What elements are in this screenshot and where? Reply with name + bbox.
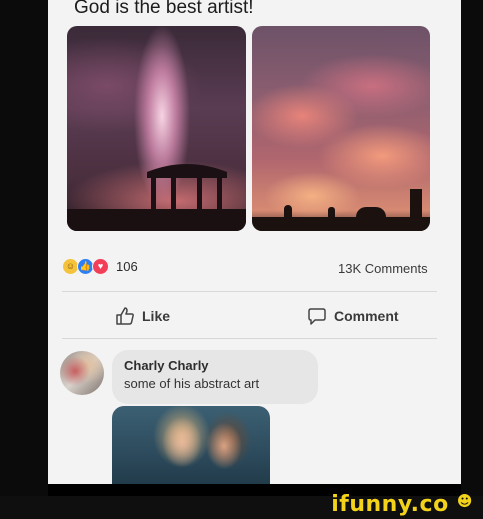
comment-bubble: Charly Charly some of his abstract art: [112, 350, 318, 404]
tower-silhouette: [410, 189, 422, 219]
thumbs-up-icon: [116, 307, 134, 325]
comment-label: Comment: [334, 308, 399, 324]
right-black-border: [461, 0, 483, 496]
speech-bubble-icon: [308, 308, 326, 325]
watermark-bar: ifunny.co ☻: [0, 492, 483, 519]
post-photo-storm-gazebo[interactable]: [67, 26, 246, 231]
post-photo-sunset-sky[interactable]: [252, 26, 430, 231]
comment-author[interactable]: Charly Charly: [124, 358, 209, 373]
smiley-icon: ☻: [456, 492, 473, 510]
reaction-summary[interactable]: ☺ 👍 ♥ 106: [62, 258, 138, 275]
comment-button[interactable]: Comment: [307, 306, 399, 326]
like-label: Like: [142, 308, 171, 324]
comment-attached-photo[interactable]: [112, 406, 270, 484]
commenter-avatar[interactable]: [60, 351, 104, 395]
comments-count-link[interactable]: 13K Comments: [338, 261, 428, 276]
facebook-post: God is the best artist! ☺ 👍 ♥ 106 13K Co…: [48, 0, 461, 484]
like-button[interactable]: Like: [115, 306, 170, 326]
divider: [62, 291, 437, 292]
ground-silhouette-left: [67, 209, 246, 231]
post-caption: God is the best artist!: [74, 0, 254, 18]
love-icon: ♥: [92, 258, 109, 275]
ifunny-logo: ifunny.co ☻: [331, 492, 473, 517]
divider: [62, 338, 437, 339]
reaction-count: 106: [116, 259, 138, 274]
left-black-border: [0, 0, 48, 496]
comment-text: some of his abstract art: [124, 376, 260, 391]
ground-silhouette-right: [252, 217, 430, 231]
